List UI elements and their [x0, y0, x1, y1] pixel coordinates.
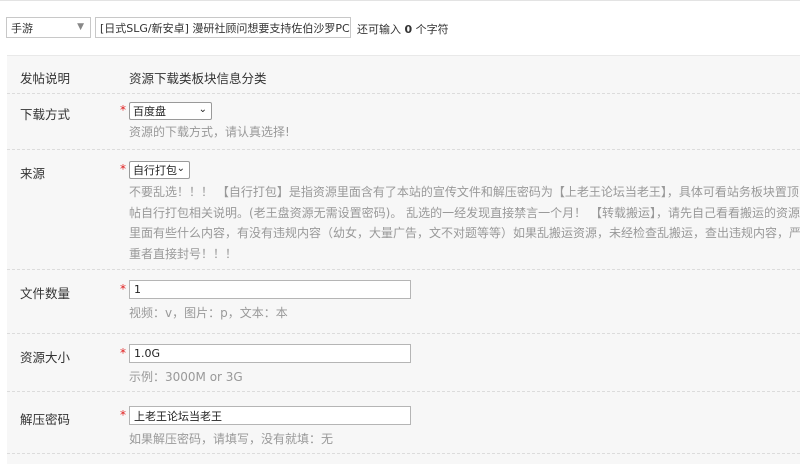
row-download-method: 下载方式 * 百度盘 ⌄ 资源的下载方式，请认真选择! — [7, 94, 800, 150]
required-star: * — [120, 162, 126, 176]
resource-size-value: 1.0G — [134, 347, 161, 360]
unzip-password-label: 解压密码 — [20, 412, 71, 427]
thread-title-value: [日式SLG/新安卓] 漫研社顾问想要支持佐伯沙罗PC+安卓 — [100, 21, 350, 35]
category-select[interactable]: 手游 ▼ — [6, 17, 91, 38]
unzip-password-value: 上老王论坛当老王 — [134, 409, 222, 423]
post-info-label: 发帖说明 — [20, 71, 71, 86]
remain-suffix: 个字符 — [415, 23, 449, 36]
category-select-value: 手游 — [11, 21, 33, 35]
required-star: * — [120, 103, 126, 117]
required-star: * — [120, 282, 126, 296]
resource-size-label: 资源大小 — [20, 350, 71, 365]
resource-size-hint: 示例：3000M or 3G — [129, 370, 243, 384]
source-select[interactable]: 自行打包 ⌄ — [129, 161, 190, 179]
source-hint: 不要乱选！！！ 【自行打包】是指资源里面含有了本站的宣传文件和解压密码为【上老王… — [129, 185, 800, 261]
unzip-password-input[interactable]: 上老王论坛当老王 — [129, 406, 411, 425]
thread-title-input[interactable]: [日式SLG/新安卓] 漫研社顾问想要支持佐伯沙罗PC+安卓 — [95, 17, 351, 38]
chevron-down-icon: ▼ — [77, 22, 84, 32]
char-remaining: 还可输入 0 个字符 — [357, 21, 449, 37]
title-row: 手游 ▼ [日式SLG/新安卓] 漫研社顾问想要支持佐伯沙罗PC+安卓 还可输入… — [0, 17, 800, 39]
row-unzip-password: 解压密码 * 上老王论坛当老王 如果解压密码，请填写，没有就填：无 — [7, 392, 800, 454]
resource-size-input[interactable]: 1.0G — [129, 344, 411, 363]
download-method-label: 下载方式 — [20, 107, 71, 122]
row-post-info: 发帖说明 资源下载类板块信息分类 — [7, 56, 800, 94]
file-count-hint: 视频：v，图片：p，文本：本 — [129, 306, 288, 320]
download-method-select-value: 百度盘 — [133, 105, 166, 118]
file-count-label: 文件数量 — [20, 286, 71, 301]
unzip-password-hint: 如果解压密码，请填写，没有就填：无 — [129, 432, 334, 446]
file-count-value: 1 — [134, 283, 141, 296]
download-method-select[interactable]: 百度盘 ⌄ — [129, 102, 212, 120]
row-file-count: 文件数量 * 1 视频：v，图片：p，文本：本 — [7, 270, 800, 334]
source-label: 来源 — [20, 166, 46, 181]
download-method-hint: 资源的下载方式，请认真选择! — [129, 125, 290, 139]
remain-count: 0 — [404, 23, 413, 36]
chevron-down-icon: ⌄ — [176, 163, 185, 174]
row-resource-size: 资源大小 * 1.0G 示例：3000M or 3G — [7, 334, 800, 392]
post-info-value: 资源下载类板块信息分类 — [129, 71, 267, 86]
required-star: * — [120, 346, 126, 360]
required-star: * — [120, 408, 126, 422]
source-select-value: 自行打包 — [133, 164, 177, 177]
top-divider — [0, 0, 800, 1]
resource-form: 发帖说明 资源下载类板块信息分类 下载方式 * 百度盘 ⌄ 资源的下载方式，请认… — [7, 55, 800, 464]
row-source: 来源 * 自行打包 ⌄ 不要乱选！！！ 【自行打包】是指资源里面含有了本站的宣传… — [7, 150, 800, 270]
file-count-input[interactable]: 1 — [129, 280, 411, 299]
chevron-down-icon: ⌄ — [198, 104, 207, 115]
remain-prefix: 还可输入 — [357, 23, 401, 36]
